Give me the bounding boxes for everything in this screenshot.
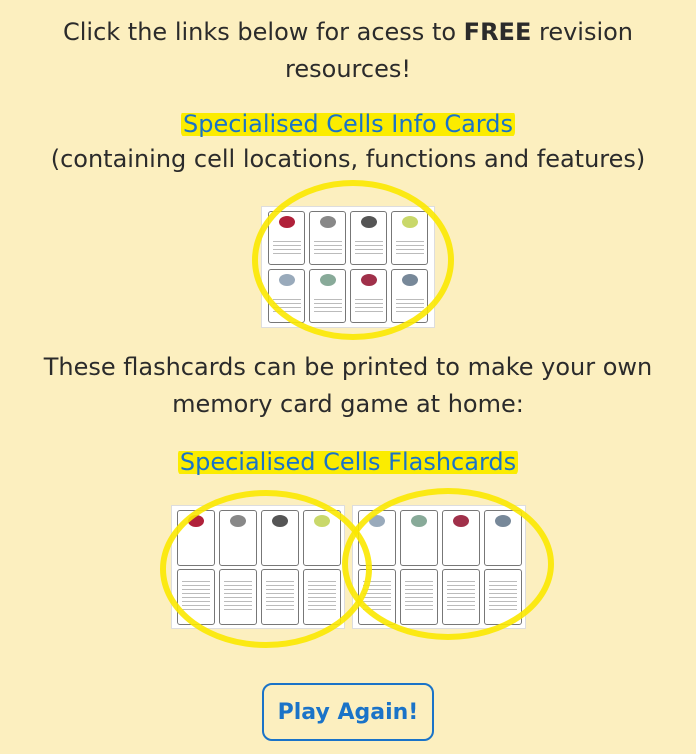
free-text: FREE — [463, 18, 532, 46]
card-muscle-cell — [350, 269, 387, 323]
card-nerve-cell — [309, 211, 346, 265]
flashcard-back-4 — [303, 569, 341, 625]
flashcard-sperm-cell — [303, 510, 341, 566]
flashcard-palisade-cell — [400, 510, 438, 566]
flashcards-image-left[interactable] — [172, 506, 344, 628]
play-again-button[interactable]: Play Again! — [262, 683, 434, 741]
card-egg-cell — [350, 211, 387, 265]
info-cards-link-wrapper: Specialised Cells Info Cards — [0, 110, 696, 138]
flashcard-back-6 — [400, 569, 438, 625]
card-ciliated-cell — [391, 269, 428, 323]
flashcard-nerve-cell — [219, 510, 257, 566]
flashcards-intro: These flashcards can be printed to make … — [0, 349, 696, 423]
flashcard-ciliated-cell — [484, 510, 522, 566]
flashcard-back-7 — [442, 569, 480, 625]
flashcard-muscle-cell — [442, 510, 480, 566]
card-red-blood-cell — [268, 211, 305, 265]
card-root-hair-cell — [268, 269, 305, 323]
info-cards-description: (containing cell locations, functions an… — [50, 145, 646, 173]
flashcards-image-right[interactable] — [353, 506, 525, 628]
flashcard-back-8 — [484, 569, 522, 625]
flashcard-back-2 — [219, 569, 257, 625]
intro-line-1: Click the links below for acess to FREE … — [62, 18, 634, 46]
flashcards-intro-line-2: memory card game at home: — [172, 390, 524, 418]
card-palisade-cell — [309, 269, 346, 323]
flashcard-back-5 — [358, 569, 396, 625]
info-cards-link[interactable]: Specialised Cells Info Cards — [181, 110, 515, 138]
flashcards-link[interactable]: Specialised Cells Flashcards — [177, 448, 519, 476]
flashcards-intro-line-1: These flashcards can be printed to make … — [43, 353, 653, 381]
flashcard-back-3 — [261, 569, 299, 625]
card-sperm-cell — [391, 211, 428, 265]
flashcard-root-hair-cell — [358, 510, 396, 566]
intro-text: Click the links below for acess to FREE … — [0, 14, 696, 88]
flashcard-back-1 — [177, 569, 215, 625]
intro-line-2: resources! — [285, 55, 411, 83]
info-cards-image[interactable] — [262, 207, 434, 327]
flashcard-egg-cell — [261, 510, 299, 566]
flashcard-red-blood-cell — [177, 510, 215, 566]
flashcards-link-wrapper: Specialised Cells Flashcards — [0, 448, 696, 476]
